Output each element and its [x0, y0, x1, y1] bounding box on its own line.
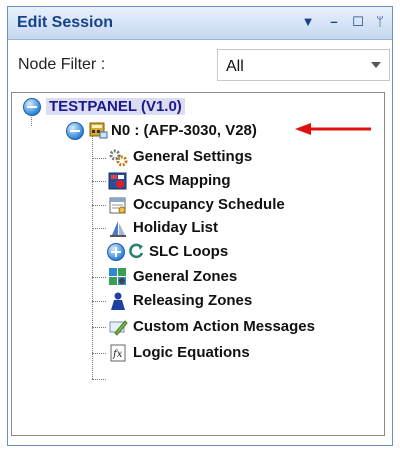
- panel-title: Edit Session: [17, 14, 114, 31]
- tree-item-acs-mapping[interactable]: ACS Mapping: [12, 170, 312, 192]
- function-fx-icon: fx: [110, 344, 126, 362]
- svg-text:fx: fx: [112, 349, 123, 360]
- node-filter-value: All: [226, 58, 244, 75]
- tree-item-holiday-list[interactable]: Holiday List: [12, 217, 312, 239]
- tree-item-occupancy-schedule[interactable]: Occupancy Schedule: [12, 194, 312, 216]
- tree-item-label: ACS Mapping: [133, 172, 231, 189]
- pin-icon[interactable]: ᛘ: [370, 12, 390, 32]
- session-tree: TESTPANEL (V1.0) N0 : (AFP-3030, V28) Ge…: [11, 92, 385, 436]
- node-filter-label: Node Filter :: [18, 56, 106, 73]
- tree-item-label: Occupancy Schedule: [133, 196, 285, 213]
- node-filter-select[interactable]: All: [217, 49, 390, 81]
- edit-session-panel: Edit Session ▼ – ☐ ᛘ Node Filter : All T…: [7, 6, 393, 446]
- expand-icon[interactable]: [107, 243, 125, 261]
- annotation-arrow-icon: [295, 123, 371, 135]
- tree-item-slc-loops[interactable]: SLC Loops: [12, 241, 312, 263]
- minimize-icon[interactable]: –: [324, 12, 344, 32]
- tree-item-general-settings[interactable]: General Settings: [12, 146, 312, 168]
- tree-item-logic-equations[interactable]: fx Logic Equations: [12, 342, 312, 364]
- tree-item-label: General Settings: [133, 148, 253, 165]
- tree-item-general-zones[interactable]: General Zones: [12, 266, 312, 288]
- tree-node-panel-n0[interactable]: N0 : (AFP-3030, V28): [12, 120, 302, 142]
- releasing-person-icon: [111, 292, 125, 310]
- tree-item-label: General Zones: [133, 268, 238, 285]
- loop-refresh-icon: [129, 243, 144, 259]
- maximize-icon[interactable]: ☐: [348, 12, 368, 32]
- chevron-down-icon[interactable]: [371, 62, 381, 68]
- panel-device-icon: [89, 122, 108, 139]
- tree-node-label: N0 : (AFP-3030, V28): [111, 122, 257, 139]
- tree-item-custom-action-messages[interactable]: Custom Action Messages: [12, 316, 352, 338]
- tree-item-label: Logic Equations: [133, 344, 250, 361]
- tree-item-label: Custom Action Messages: [133, 318, 315, 335]
- tree-connector: [92, 379, 106, 380]
- tree-node-root[interactable]: TESTPANEL (V1.0): [12, 96, 252, 118]
- zones-grid-icon: [109, 268, 126, 285]
- collapse-icon[interactable]: [66, 122, 84, 140]
- gears-icon: [109, 149, 128, 167]
- calendar-icon: [109, 197, 126, 214]
- tree-item-label: Releasing Zones: [133, 292, 253, 309]
- tree-item-releasing-zones[interactable]: Releasing Zones: [12, 290, 312, 312]
- collapse-icon[interactable]: [23, 98, 41, 116]
- tree-item-label: SLC Loops: [149, 243, 229, 260]
- holiday-list-icon: [110, 221, 126, 237]
- tree-node-label: TESTPANEL (V1.0): [46, 98, 185, 115]
- tree-item-label: Holiday List: [133, 219, 219, 236]
- message-pencil-icon: [109, 320, 128, 336]
- acs-mapping-icon: [108, 172, 127, 190]
- panel-menu-dropdown-icon[interactable]: ▼: [298, 12, 318, 32]
- panel-title-bar: Edit Session ▼ – ☐ ᛘ: [8, 7, 392, 40]
